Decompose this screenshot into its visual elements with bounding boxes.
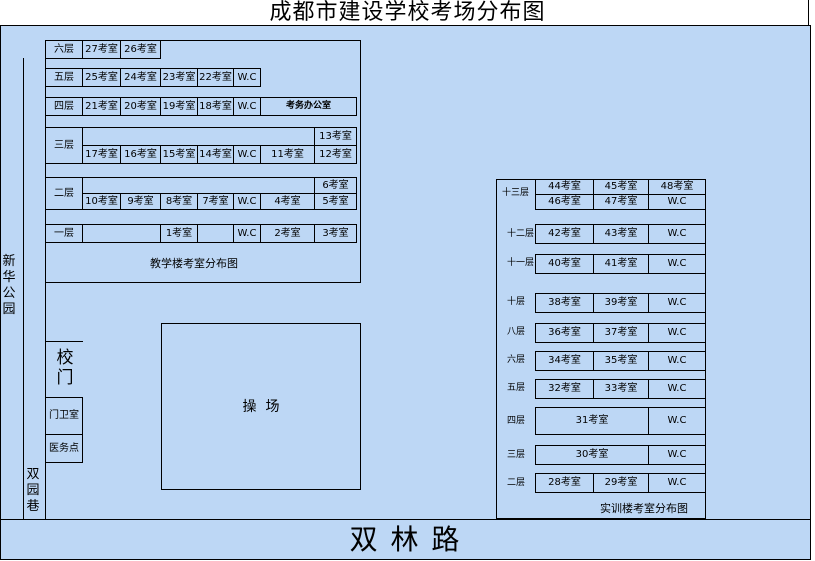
floor-label: 五层 <box>45 68 83 87</box>
title-right-rule <box>808 0 809 26</box>
floor-label: 三层 <box>507 450 526 460</box>
exam-room: 14考室 <box>197 145 234 164</box>
exam-room: 7考室 <box>197 193 234 210</box>
exam-room: 13考室 <box>314 127 357 146</box>
floor-label: 二层 <box>507 478 526 488</box>
exam-room: 1考室 <box>160 224 198 243</box>
exam-room: 40考室 <box>535 254 594 274</box>
campus-map: 成都市建设学校考场分布图 双 林 路 新华公园 双园巷 校门 门卫室 医务点 操… <box>0 0 815 561</box>
floor-label: 五层 <box>507 383 526 393</box>
exam-room: 12考室 <box>314 145 357 164</box>
exam-room: 21考室 <box>82 97 121 116</box>
floor-label: 六层 <box>507 355 526 365</box>
exam-office: 考务办公室 <box>260 97 357 116</box>
wc: W.C <box>648 323 706 343</box>
exam-room: 26考室 <box>120 40 161 59</box>
exam-room: 4考室 <box>260 193 315 210</box>
training-caption: 实训楼考室分布图 <box>600 502 688 515</box>
corridor <box>197 224 234 243</box>
park-label: 新华公园 <box>2 254 16 317</box>
exam-room: 38考室 <box>535 293 594 313</box>
wc: W.C <box>648 445 706 465</box>
wc: W.C <box>233 97 261 116</box>
teaching-wing-line <box>45 282 46 342</box>
exam-room: 27考室 <box>82 40 121 59</box>
exam-room: 35考室 <box>593 351 649 371</box>
gate-label: 校门 <box>56 348 74 388</box>
exam-room: 42考室 <box>535 224 594 244</box>
wc: W.C <box>648 254 706 274</box>
floor-label: 三层 <box>45 127 83 164</box>
floor-label: 十层 <box>507 297 526 307</box>
exam-room: 39考室 <box>593 293 649 313</box>
exam-room: 31考室 <box>535 407 649 435</box>
exam-room: 11考室 <box>260 145 315 164</box>
exam-room: 25考室 <box>82 68 121 87</box>
road-top-line <box>0 519 811 520</box>
exam-room: 43考室 <box>593 224 649 244</box>
gate-line <box>45 341 83 342</box>
exam-room: 24考室 <box>120 68 161 87</box>
exam-room: 17考室 <box>82 145 121 164</box>
floor-label: 四层 <box>45 97 83 116</box>
exam-room: 3考室 <box>314 224 357 243</box>
floor-label: 十二层 <box>507 229 535 239</box>
floor-label: 八层 <box>507 327 526 337</box>
exam-room: 45考室 <box>593 179 649 195</box>
floor-label: 十一层 <box>507 258 535 268</box>
exam-room: 6考室 <box>314 177 357 194</box>
wc: W.C <box>233 145 261 164</box>
wc: W.C <box>648 351 706 371</box>
exam-room: 16考室 <box>120 145 161 164</box>
exam-room: 47考室 <box>593 194 649 210</box>
wc: W.C <box>233 193 261 210</box>
clinic: 医务点 <box>45 434 83 463</box>
lane-label: 双园巷 <box>26 467 40 514</box>
corridor <box>82 224 161 243</box>
floor-label: 四层 <box>507 416 526 426</box>
floor-label: 一层 <box>45 224 83 243</box>
exam-room: 19考室 <box>160 97 198 116</box>
floor-label: 十三层 <box>502 188 530 198</box>
wc: W.C <box>233 224 261 243</box>
guard-room: 门卫室 <box>45 397 83 435</box>
exam-room: 29考室 <box>593 473 649 493</box>
exam-room: 8考室 <box>160 193 198 210</box>
page-title: 成都市建设学校考场分布图 <box>269 0 546 25</box>
exam-room: 22考室 <box>197 68 234 87</box>
exam-room: 33考室 <box>593 379 649 399</box>
exam-room: 10考室 <box>82 193 121 210</box>
exam-room: 30考室 <box>535 445 649 465</box>
wc: W.C <box>648 293 706 313</box>
exam-room: 5考室 <box>314 193 357 210</box>
wc: W.C <box>648 224 706 244</box>
exam-room: 46考室 <box>535 194 594 210</box>
exam-room: 15考室 <box>160 145 198 164</box>
road-label: 双 林 路 <box>349 523 462 556</box>
exam-room: 32考室 <box>535 379 594 399</box>
exam-room: 41考室 <box>593 254 649 274</box>
exam-room: 28考室 <box>535 473 594 493</box>
wc: W.C <box>648 407 706 435</box>
exam-room: 36考室 <box>535 323 594 343</box>
exam-room: 23考室 <box>160 68 198 87</box>
exam-room: 2考室 <box>260 224 315 243</box>
wc: W.C <box>648 379 706 399</box>
wc: W.C <box>648 473 706 493</box>
exam-room: 44考室 <box>535 179 594 195</box>
exam-room: 34考室 <box>535 351 594 371</box>
floor-label: 六层 <box>45 40 83 59</box>
wc: W.C <box>648 194 706 210</box>
wc: W.C <box>233 68 261 87</box>
teaching-caption: 教学楼考室分布图 <box>150 257 238 270</box>
floor-label: 二层 <box>45 177 83 210</box>
exam-room: 18考室 <box>197 97 234 116</box>
exam-room: 9考室 <box>120 193 161 210</box>
exam-room: 37考室 <box>593 323 649 343</box>
exam-room: 20考室 <box>120 97 161 116</box>
playground-label: 操 场 <box>242 399 280 415</box>
exam-room: 48考室 <box>648 179 706 195</box>
